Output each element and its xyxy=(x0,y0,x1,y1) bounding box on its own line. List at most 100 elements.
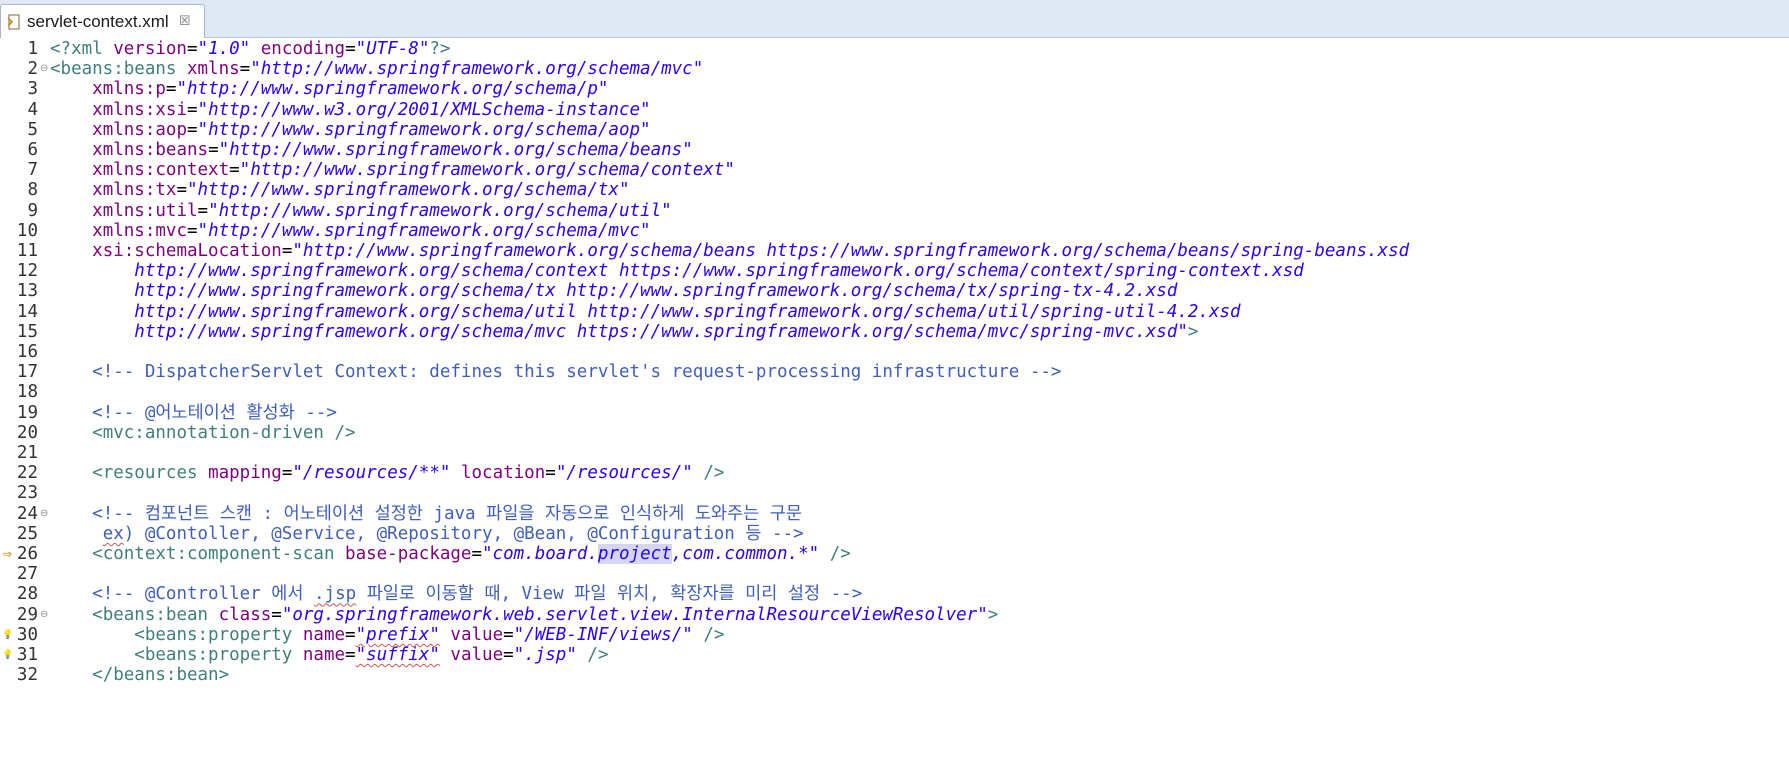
xml-attribute: value xyxy=(450,624,504,645)
highlighted-value: project xyxy=(597,544,672,564)
xml-attribute: xmlns xyxy=(186,59,240,80)
xml-attribute: xmlns:p xyxy=(92,79,166,100)
xml-attribute: xmlns:context xyxy=(92,160,230,181)
code-line[interactable]: 32 </beans:bean> xyxy=(0,664,1789,687)
xml-value: "http://www.springframework.org/schema/b… xyxy=(218,140,693,160)
code-text: = xyxy=(186,39,198,59)
xml-value: http://www.springframework.org/schema/co… xyxy=(134,261,1304,282)
code-text: = xyxy=(345,645,356,665)
xml-value: "http://www.springframework.org/schema/c… xyxy=(239,160,735,181)
xml-attribute: base-package xyxy=(345,544,472,564)
tab-label: servlet-context.xml xyxy=(27,11,169,31)
xml-comment: 파일로 이동할 때, View 파일 위치, 확장자를 미리 설정 --> xyxy=(356,584,863,605)
xml-value: http://www.springframework.org/schema/mv… xyxy=(134,321,1188,342)
xml-value: "http://www.springframework.org/schema/p… xyxy=(176,79,609,100)
misspelled-comment: .jsp xyxy=(314,584,357,605)
xml-value: "com.board. xyxy=(482,544,598,564)
editor-tab-bar: servlet-context.xml ☒ xyxy=(0,0,1789,38)
misspelled-value: "prefix" xyxy=(355,624,440,645)
xml-attribute: class xyxy=(218,604,272,625)
xml-attribute: name xyxy=(302,645,346,665)
code-text: = xyxy=(345,39,356,59)
xml-comment: <!-- DispatcherServlet Context: defines … xyxy=(92,362,1062,383)
code-text: = xyxy=(186,99,198,120)
misspelled-comment: ex xyxy=(102,523,124,544)
code-editor[interactable]: 1 <?xml version="1.0" encoding="UTF-8"?> 2… xyxy=(0,38,1789,781)
code-text: = xyxy=(229,160,240,181)
xml-tag: /> xyxy=(692,463,725,484)
misspelled-value: "suffix" xyxy=(355,645,440,665)
xml-tag: <beans:bean xyxy=(92,604,219,625)
xml-tag: > xyxy=(1187,321,1199,342)
close-icon[interactable]: ☒ xyxy=(179,15,191,28)
xml-value: ,com.common.*" xyxy=(671,544,820,564)
code-text: = xyxy=(471,544,483,564)
xml-value: "http://www.springframework.org/schema/a… xyxy=(197,119,651,140)
code-text: = xyxy=(281,241,293,261)
xml-tag: <beans:property xyxy=(134,624,303,645)
code-text: = xyxy=(208,140,219,160)
xml-attribute: xmlns:util xyxy=(92,200,198,221)
xml-value: ".jsp" xyxy=(513,645,577,665)
code-text: = xyxy=(545,463,556,484)
xml-attribute: xmlns:mvc xyxy=(92,220,187,241)
xml-tag: <beans:property xyxy=(134,645,303,665)
xml-attribute: mapping xyxy=(208,463,282,484)
xml-value: "http://www.w3.org/2001/XMLSchema-instan… xyxy=(197,99,651,120)
xml-comment: ) @Contoller, @Service, @Repository, @Be… xyxy=(123,523,804,544)
xml-tag: /> xyxy=(819,544,851,564)
line-number: 32 xyxy=(16,665,38,686)
xml-attribute: value xyxy=(450,645,504,665)
xml-tag: ?> xyxy=(429,39,451,59)
xml-tag: </beans:bean> xyxy=(92,665,230,686)
code-text: = xyxy=(345,624,356,645)
xml-tag: > xyxy=(987,604,999,625)
xml-value: "http://www.springframework.org/schema/u… xyxy=(208,200,672,221)
xml-tag: <mvc:annotation-driven /> xyxy=(92,422,356,443)
xml-value: "http://www.springframework.org/schema/m… xyxy=(250,59,704,80)
xml-attribute: xmlns:aop xyxy=(92,119,187,140)
xml-tag: <?xml xyxy=(50,39,114,59)
xml-attribute: xmlns:beans xyxy=(92,140,209,160)
code-text: = xyxy=(239,59,251,80)
xml-attribute: location xyxy=(460,463,546,484)
xml-value: http://www.springframework.org/schema/ut… xyxy=(134,301,1241,322)
xml-comment: <!-- @어노테이션 활성화 --> xyxy=(92,402,337,423)
xml-file-icon xyxy=(7,14,21,30)
xml-tag: <context:component-scan xyxy=(92,544,346,564)
xml-attribute: xmlns:xsi xyxy=(92,99,187,120)
code-text: = xyxy=(281,463,293,484)
xml-value: "1.0" xyxy=(197,39,251,59)
tab-servlet-context-xml[interactable]: servlet-context.xml ☒ xyxy=(0,4,206,38)
code-text: = xyxy=(186,119,198,140)
xml-tag: /> xyxy=(576,645,609,665)
xml-value: "/WEB-INF/views/" xyxy=(513,624,693,645)
xml-attribute: encoding xyxy=(260,39,346,59)
code-text: = xyxy=(165,79,177,100)
code-text: = xyxy=(186,220,198,241)
